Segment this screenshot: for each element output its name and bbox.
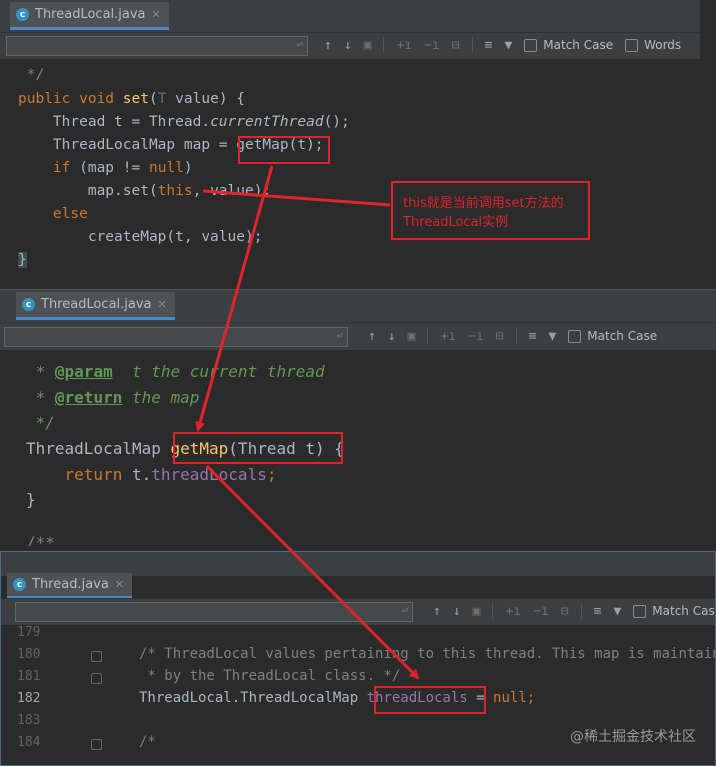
watermark-text: @稀土掘金技术社区 (570, 729, 696, 745)
arrow-field-to-declaration (205, 464, 420, 680)
annotation-arrows (195, 165, 420, 680)
arrow-callout-to-this (202, 189, 391, 207)
arrow-call-to-definition (195, 165, 274, 432)
